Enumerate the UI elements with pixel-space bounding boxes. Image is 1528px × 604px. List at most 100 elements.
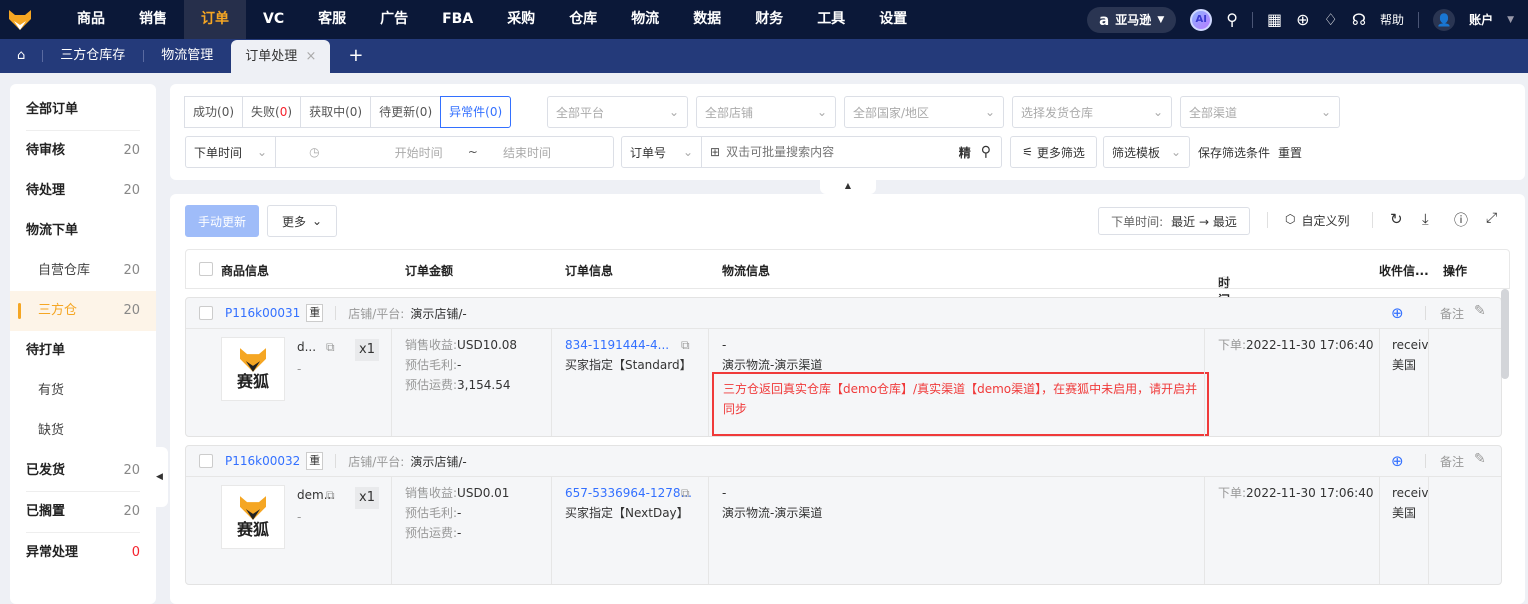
sidebar-item[interactable]: 全部订单 <box>10 90 156 130</box>
status-tab[interactable]: 异常件(0) <box>440 96 512 128</box>
search-icon[interactable]: ⚲ <box>981 144 991 160</box>
caret-down-icon: ▼ <box>1507 14 1514 25</box>
nav-item[interactable]: 数据 <box>676 0 738 39</box>
sort-toggle[interactable]: 下单时间: 最近 → 最远 <box>1098 207 1250 235</box>
product-name[interactable]: d... <box>297 337 316 357</box>
copy-icon[interactable]: ⧉ <box>681 483 690 503</box>
copy-icon[interactable]: ⧉ <box>681 335 690 355</box>
time-type-select[interactable]: 下单时间 ⌄ <box>186 137 276 167</box>
account-menu[interactable]: 账户 <box>1469 11 1493 28</box>
tab-bar: ⌂ 三方仓库存 物流管理 订单处理 × + <box>0 39 1528 73</box>
add-tab-button[interactable]: + <box>330 39 381 73</box>
sidebar-item[interactable]: 有货 <box>10 371 156 411</box>
edit-icon[interactable]: ✎ <box>1474 303 1486 319</box>
export-icon[interactable]: ⤓ <box>1422 210 1429 228</box>
status-tab[interactable]: 待更新(0) <box>370 96 442 128</box>
custom-columns-button[interactable]: ⬡ 自定义列 <box>1285 212 1350 229</box>
tab-logistics[interactable]: 物流管理 <box>143 39 231 73</box>
divider <box>1425 454 1426 468</box>
reset-link[interactable]: 重置 <box>1278 144 1302 161</box>
divider <box>335 454 337 468</box>
help-link[interactable]: 帮助 <box>1380 11 1404 28</box>
note-button[interactable]: 备注 <box>1440 305 1464 322</box>
order-number-link[interactable]: 834-1191444-4... <box>565 335 669 355</box>
manual-update-button[interactable]: 手动更新 <box>185 205 259 237</box>
nav-item[interactable]: 客服 <box>301 0 363 39</box>
sidebar-item[interactable]: 三方仓 20 <box>10 291 156 331</box>
headset-icon[interactable]: ☊ <box>1352 10 1366 29</box>
nav-item[interactable]: 仓库 <box>552 0 614 39</box>
more-button[interactable]: 更多 ⌄ <box>267 205 337 237</box>
sidebar-item[interactable]: 已搁置 20 <box>10 492 156 532</box>
status-tab[interactable]: 失败(0) <box>242 96 302 128</box>
nav-item[interactable]: 设置 <box>862 0 924 39</box>
copy-icon[interactable]: ⧉ <box>326 337 335 357</box>
order-id-link[interactable]: P116k00031 <box>225 306 300 320</box>
nav-item[interactable]: 商品 <box>60 0 122 39</box>
download-icon[interactable]: ⊕ <box>1296 10 1309 29</box>
edit-icon[interactable]: ✎ <box>1474 451 1486 467</box>
copy-icon[interactable]: ⧉ <box>326 485 335 505</box>
nav-item[interactable]: FBA <box>425 0 490 39</box>
sidebar-item[interactable]: 物流下单 <box>10 211 156 251</box>
avatar[interactable]: 👤 <box>1433 8 1456 31</box>
marketplace-selector[interactable]: a 亚马逊 ▼ <box>1087 6 1177 33</box>
add-icon[interactable]: ⊕ <box>1391 304 1404 322</box>
status-tab[interactable]: 获取中(0) <box>300 96 372 128</box>
search-type-select[interactable]: 订单号 ⌄ <box>622 137 702 167</box>
nav-item[interactable]: 工具 <box>800 0 862 39</box>
platform-select[interactable]: 全部平台 ⌄ <box>547 96 688 128</box>
order-checkbox[interactable] <box>199 306 213 320</box>
nav-item[interactable]: 采购 <box>490 0 552 39</box>
channel-select[interactable]: 全部渠道 ⌄ <box>1180 96 1340 128</box>
nav-item[interactable]: 广告 <box>363 0 425 39</box>
warehouse-select[interactable]: 选择发货仓库 ⌄ <box>1012 96 1172 128</box>
sidebar-item[interactable]: 待审核 20 <box>10 131 156 171</box>
nav-item[interactable]: 物流 <box>614 0 676 39</box>
nav-item[interactable]: 订单 <box>184 0 246 39</box>
shop-select[interactable]: 全部店铺 ⌄ <box>696 96 836 128</box>
country-select[interactable]: 全部国家/地区 ⌄ <box>844 96 1004 128</box>
help-icon[interactable]: ⓘ <box>1218 274 1230 291</box>
search-icon[interactable]: ⚲ <box>1226 10 1238 29</box>
nav-item[interactable]: 销售 <box>122 0 184 39</box>
fullscreen-icon[interactable]: ⤢ <box>1486 210 1497 226</box>
sidebar-item[interactable]: 待打单 <box>10 331 156 371</box>
chevron-down-icon: ⌄ <box>1152 105 1163 119</box>
nav-item[interactable]: 财务 <box>738 0 800 39</box>
sidebar-item[interactable]: 缺货 <box>10 411 156 451</box>
collapse-filters-handle[interactable]: ▲ <box>820 180 876 194</box>
help-icon[interactable]: ⓘ <box>1454 210 1468 230</box>
select-all-checkbox[interactable] <box>199 262 213 276</box>
search-input[interactable] <box>726 145 959 159</box>
order-body: 赛狐 d... ⧉ - x1 销售收益:USD10.08 预估毛利:- 预估运费… <box>186 329 1501 436</box>
start-time-input[interactable]: 开始时间 <box>395 144 443 161</box>
close-icon[interactable]: × <box>305 49 316 64</box>
sidebar-item[interactable]: 已发货 20 <box>10 451 156 491</box>
ai-button[interactable]: AI <box>1190 8 1213 31</box>
home-tab[interactable]: ⌂ <box>0 39 42 73</box>
nav-item[interactable]: VC <box>246 0 301 39</box>
order-checkbox[interactable] <box>199 454 213 468</box>
order-number-link[interactable]: 657-5336964-1278... <box>565 483 692 503</box>
sidebar-item[interactable]: 待处理 20 <box>10 171 156 211</box>
apps-icon[interactable]: ▦ <box>1267 10 1282 29</box>
add-icon[interactable]: ⊕ <box>1391 452 1404 470</box>
app-logo[interactable] <box>0 0 40 39</box>
status-tab[interactable]: 成功(0) <box>184 96 244 128</box>
refresh-icon[interactable]: ↻ <box>1390 210 1403 228</box>
order-id-link[interactable]: P116k00032 <box>225 454 300 468</box>
tab-third-party-stock[interactable]: 三方仓库存 <box>42 39 143 73</box>
filter-template-select[interactable]: 筛选模板 ⌄ <box>1103 136 1190 168</box>
bell-icon[interactable]: ♢ <box>1323 10 1337 29</box>
scrollbar[interactable] <box>1501 289 1509 379</box>
tab-order-processing[interactable]: 订单处理 × <box>231 40 331 73</box>
sidebar-item[interactable]: 自营仓库 20 <box>10 251 156 291</box>
exact-match-toggle[interactable]: 精 <box>959 144 971 161</box>
note-button[interactable]: 备注 <box>1440 453 1464 470</box>
end-time-input[interactable]: 结束时间 <box>503 144 551 161</box>
collapse-sidebar-handle[interactable]: ◀ <box>156 447 168 507</box>
save-filter-link[interactable]: 保存筛选条件 <box>1198 144 1270 161</box>
more-filters-button[interactable]: ⚟ 更多筛选 <box>1010 136 1097 168</box>
sidebar-item[interactable]: 异常处理 0 <box>10 533 156 573</box>
